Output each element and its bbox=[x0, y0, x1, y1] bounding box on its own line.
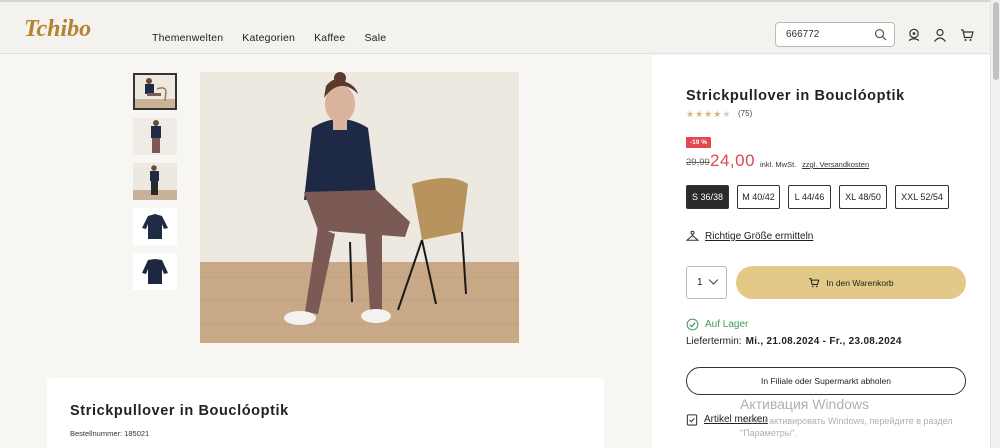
thumbnail-1[interactable] bbox=[133, 73, 177, 110]
check-circle-icon bbox=[686, 318, 699, 331]
delivery-value: Mi., 21.08.2024 - Fr., 23.08.2024 bbox=[745, 336, 902, 347]
rating-count[interactable]: (75) bbox=[738, 109, 752, 118]
nav-item-kategorien[interactable]: Kategorien bbox=[242, 32, 295, 44]
nav-item-kaffee[interactable]: Kaffee bbox=[314, 32, 345, 44]
add-to-cart-button[interactable]: In den Warenkorb bbox=[736, 266, 966, 299]
watermark-text-2: "Параметры". bbox=[740, 428, 797, 438]
tchibo-logo-mark: Tchibo bbox=[24, 16, 91, 42]
thumbnail-4[interactable] bbox=[133, 208, 177, 245]
stock-label: Auf Lager bbox=[705, 319, 749, 330]
thumbnail-3[interactable] bbox=[133, 163, 177, 200]
size-option-xl[interactable]: XL 48/50 bbox=[839, 185, 887, 209]
star-icon: ★ bbox=[713, 109, 722, 119]
site-header: Tchibo Themenwelten Kategorien Kaffee Sa… bbox=[0, 0, 990, 54]
hanger-icon bbox=[686, 230, 699, 241]
size-selector: S 36/38 M 40/42 L 44/46 XL 48/50 XXL 52/… bbox=[686, 185, 949, 209]
cart-plus-icon bbox=[809, 278, 820, 288]
tchibo-logo[interactable]: Tchibo bbox=[22, 12, 122, 44]
nav-item-themenwelten[interactable]: Themenwelten bbox=[152, 32, 223, 44]
order-number: Bestellnummer: 185021 bbox=[70, 429, 150, 438]
current-price: 24,00 bbox=[710, 151, 756, 170]
size-finder-label: Richtige Größe ermitteln bbox=[705, 231, 814, 242]
size-finder-link[interactable]: Richtige Größe ermitteln bbox=[686, 230, 813, 243]
shipping-costs-link[interactable]: zzgl. Versandkosten bbox=[802, 160, 869, 169]
thumbnail-image-full bbox=[133, 163, 177, 200]
main-product-image[interactable] bbox=[200, 72, 519, 343]
size-option-m[interactable]: M 40/42 bbox=[737, 185, 780, 209]
main-nav: Themenwelten Kategorien Kaffee Sale bbox=[152, 32, 386, 44]
rating-stars[interactable]: ★ ★ ★ ★ ★ bbox=[686, 109, 730, 120]
scrollbar-thumb[interactable] bbox=[993, 2, 999, 80]
chevron-down-icon bbox=[708, 279, 719, 285]
discount-badge: -19 % bbox=[686, 137, 711, 148]
cart-icon[interactable] bbox=[960, 28, 974, 42]
thumbnail-image-standing bbox=[133, 118, 177, 155]
star-empty-icon: ★ bbox=[722, 109, 731, 119]
star-icon: ★ bbox=[686, 109, 695, 119]
delivery-date: Liefertermin: Mi., 21.08.2024 - Fr., 23.0… bbox=[686, 336, 902, 347]
search-icon[interactable] bbox=[874, 28, 887, 41]
thumbnail-image-seated bbox=[135, 75, 175, 108]
stock-status: Auf Lager bbox=[686, 318, 748, 331]
product-title: Strickpullover in Bouclóoptik bbox=[686, 88, 905, 104]
page-scrollbar[interactable] bbox=[990, 0, 1000, 448]
thumbnail-image-sweater-front bbox=[133, 208, 177, 245]
price-tax-note: inkl. MwSt. bbox=[760, 160, 797, 169]
nav-item-sale[interactable]: Sale bbox=[364, 32, 386, 44]
star-icon: ★ bbox=[695, 109, 704, 119]
location-icon[interactable] bbox=[907, 28, 921, 42]
store-pickup-button[interactable]: In Filiale oder Supermarkt abholen bbox=[686, 367, 966, 395]
quantity-select[interactable]: 1 bbox=[686, 266, 727, 299]
star-icon: ★ bbox=[704, 109, 713, 119]
thumbnail-5[interactable] bbox=[133, 253, 177, 290]
watermark-title: Активация Windows bbox=[740, 396, 870, 412]
thumbnail-list bbox=[133, 73, 177, 298]
product-photo-model-on-chair bbox=[200, 72, 519, 343]
store-pickup-label: In Filiale oder Supermarkt abholen bbox=[761, 376, 891, 386]
details-title: Strickpullover in Bouclóoptik bbox=[70, 403, 289, 419]
windows-activation-watermark: Активация Windows Чтобы активировать Win… bbox=[740, 396, 953, 439]
thumbnail-image-sweater-back bbox=[133, 253, 177, 290]
quantity-value: 1 bbox=[697, 277, 703, 288]
delivery-label: Liefertermin: bbox=[686, 336, 742, 347]
thumbnail-2[interactable] bbox=[133, 118, 177, 155]
size-option-xxl[interactable]: XXL 52/54 bbox=[895, 185, 949, 209]
size-option-l[interactable]: L 44/46 bbox=[788, 185, 831, 209]
add-to-cart-label: In den Warenkorb bbox=[826, 277, 894, 288]
old-price: 29,99 bbox=[686, 157, 710, 168]
size-option-s[interactable]: S 36/38 bbox=[686, 185, 729, 209]
svg-text:Tchibo: Tchibo bbox=[24, 16, 91, 42]
search-value: 666772 bbox=[786, 29, 820, 40]
search-input[interactable]: 666772 bbox=[775, 22, 895, 47]
clipboard-check-icon bbox=[686, 414, 698, 426]
user-icon[interactable] bbox=[933, 28, 947, 42]
watermark-text: Чтобы активировать Windows, перейдите в … bbox=[740, 416, 953, 426]
